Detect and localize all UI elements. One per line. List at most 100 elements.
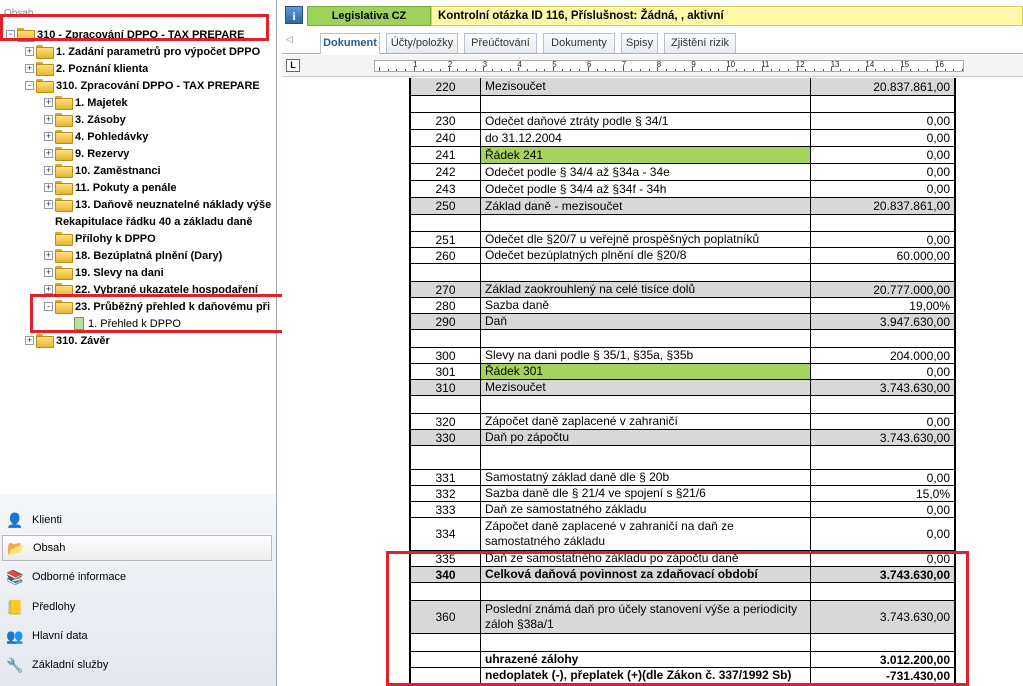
tree-node[interactable]: +18. Bezúplatná plnění (Dary) [44, 247, 222, 264]
row-value[interactable] [811, 215, 954, 232]
row-value[interactable]: 3.743.630,00 [811, 430, 954, 446]
tree-node[interactable]: +4. Pohledávky [44, 128, 148, 145]
row-value[interactable]: 0,00 [811, 470, 954, 486]
table-row [411, 264, 954, 282]
tab-dokumenty[interactable]: Dokumenty [543, 33, 615, 53]
row-value[interactable]: 204.000,00 [811, 348, 954, 364]
row-label: Odečet podle § 34/4 až §34a - 34e [481, 164, 811, 181]
row-value[interactable]: 20.777.000,00 [811, 282, 954, 298]
nav-hlavni-data[interactable]: 👥 Hlavní data [2, 623, 272, 649]
expand-icon[interactable]: + [44, 200, 53, 209]
row-value[interactable] [811, 264, 954, 282]
row-value[interactable] [811, 446, 954, 470]
folder-icon [36, 334, 54, 348]
tab-zji-t-n-rizik[interactable]: Zjištění rizik [664, 33, 736, 53]
expand-icon[interactable]: + [44, 251, 53, 260]
row-value[interactable]: 0,00 [811, 414, 954, 430]
info-icon[interactable]: i [285, 6, 303, 24]
row-label: Základ zaokrouhlený na celé tisíce dolů [481, 282, 811, 298]
tree-node[interactable]: +11. Pokuty a penále [44, 179, 177, 196]
tab-stop-button[interactable]: L [286, 59, 300, 72]
row-value[interactable]: 3.947.630,00 [811, 314, 954, 330]
tree-node-label: 9. Rezervy [75, 147, 130, 160]
row-value[interactable] [811, 396, 954, 414]
tree-node[interactable]: +9. Rezervy [44, 145, 129, 162]
row-number: 310 [411, 380, 481, 396]
row-number: 334 [411, 518, 481, 551]
row-value[interactable]: 0,00 [811, 232, 954, 248]
row-value[interactable] [811, 96, 954, 113]
tree-node[interactable]: Rekapitulace řádku 40 a základu daně [44, 213, 252, 230]
expand-icon[interactable]: + [25, 47, 34, 56]
folder-icon [55, 232, 73, 246]
table-row: 300 Slevy na dani podle § 35/1, §35a, §35… [411, 348, 954, 364]
tree-node-label: 1. Majetek [75, 96, 128, 109]
row-number [411, 396, 481, 414]
row-value[interactable] [811, 330, 954, 348]
ruler-tick [648, 69, 650, 71]
tree-node[interactable]: +3. Zásoby [44, 111, 126, 128]
row-number: 270 [411, 282, 481, 298]
expand-icon[interactable]: + [44, 285, 53, 294]
expand-icon[interactable]: + [44, 132, 53, 141]
row-value[interactable]: 19,00% [811, 298, 954, 314]
expand-icon[interactable]: + [44, 166, 53, 175]
tab-spisy[interactable]: Spisy [621, 33, 658, 53]
tree-node[interactable]: - 310. Zpracování DPPO - TAX PREPARE [25, 77, 260, 94]
tab-p-e-tov-n-[interactable]: Přeúčtování [464, 33, 537, 53]
expand-icon[interactable]: + [25, 64, 34, 73]
folder-icon [55, 130, 73, 144]
expand-icon[interactable]: + [44, 268, 53, 277]
tree-node[interactable]: +310. Závěr [25, 332, 110, 349]
nav-predlohy[interactable]: 📒 Předlohy [2, 594, 272, 620]
row-value[interactable]: 0,00 [811, 502, 954, 518]
ruler-tick [718, 69, 720, 71]
ruler-number: 15 [900, 60, 910, 69]
ruler-bar[interactable]: 1 2 3 4 5 6 7 8 9 10 11 12 13 14 15 16 [374, 60, 964, 72]
ruler-tick [474, 69, 476, 71]
tree-node[interactable]: Přílohy k DPPO [44, 230, 156, 247]
row-number [411, 215, 481, 232]
expand-icon[interactable]: + [44, 183, 53, 192]
tree-node[interactable]: +13. Daňově neuznatelné náklady výše [44, 196, 271, 213]
ruler-tick [631, 69, 633, 71]
row-value[interactable]: 0,00 [811, 113, 954, 130]
tree-node[interactable]: +1. Zadání parametrů pro výpočet DPPO [25, 43, 260, 60]
row-value[interactable]: 0,00 [811, 364, 954, 380]
row-value[interactable]: 60.000,00 [811, 248, 954, 264]
row-value[interactable]: 0,00 [811, 181, 954, 198]
nav-zakladni-sluzby[interactable]: 🔧 Základní služby [2, 652, 272, 678]
tree-node[interactable]: +19. Slevy na dani [44, 264, 164, 281]
tree-node[interactable]: +1. Majetek [44, 94, 128, 111]
row-label: Řádek 241 [481, 147, 811, 164]
folder-icon [55, 164, 73, 178]
nav-obsah[interactable]: 📂 Obsah [2, 535, 272, 561]
tab--ty-polo-ky[interactable]: Účty/položky [386, 33, 458, 53]
nav-odborne-informace[interactable]: 📚 Odborné informace [2, 564, 272, 590]
expand-icon[interactable]: + [44, 98, 53, 107]
row-value[interactable]: 3.743.630,00 [811, 380, 954, 396]
nav-obsah-icon: 📂 [7, 539, 25, 556]
tab-scroll-left-icon[interactable]: ◁ [286, 34, 293, 45]
tree-node[interactable]: +2. Poznání klienta [25, 60, 148, 77]
tab-dokument[interactable]: Dokument [320, 33, 380, 54]
row-label: Sazba daně [481, 298, 811, 314]
nav-klienti[interactable]: 👤 Klienti [2, 507, 272, 533]
row-value[interactable]: 0,00 [811, 164, 954, 181]
row-value[interactable]: 0,00 [811, 147, 954, 164]
folder-icon [55, 249, 73, 263]
row-value[interactable]: 20.837.861,00 [811, 78, 954, 96]
collapse-icon[interactable]: - [25, 81, 34, 90]
expand-icon[interactable]: + [44, 149, 53, 158]
row-value[interactable]: 20.837.861,00 [811, 198, 954, 215]
nav-predlohy-icon: 📒 [6, 598, 24, 615]
expand-icon[interactable]: + [25, 336, 34, 345]
row-label [481, 96, 811, 113]
table-row: 241 Řádek 241 0,00 [411, 147, 954, 164]
row-value[interactable]: 0,00 [811, 130, 954, 147]
tree-node[interactable]: +10. Zaměstnanci [44, 162, 161, 179]
ruler-number: 14 [865, 60, 875, 69]
row-value[interactable]: 0,00 [811, 518, 954, 551]
row-value[interactable]: 15,0% [811, 486, 954, 502]
expand-icon[interactable]: + [44, 115, 53, 124]
